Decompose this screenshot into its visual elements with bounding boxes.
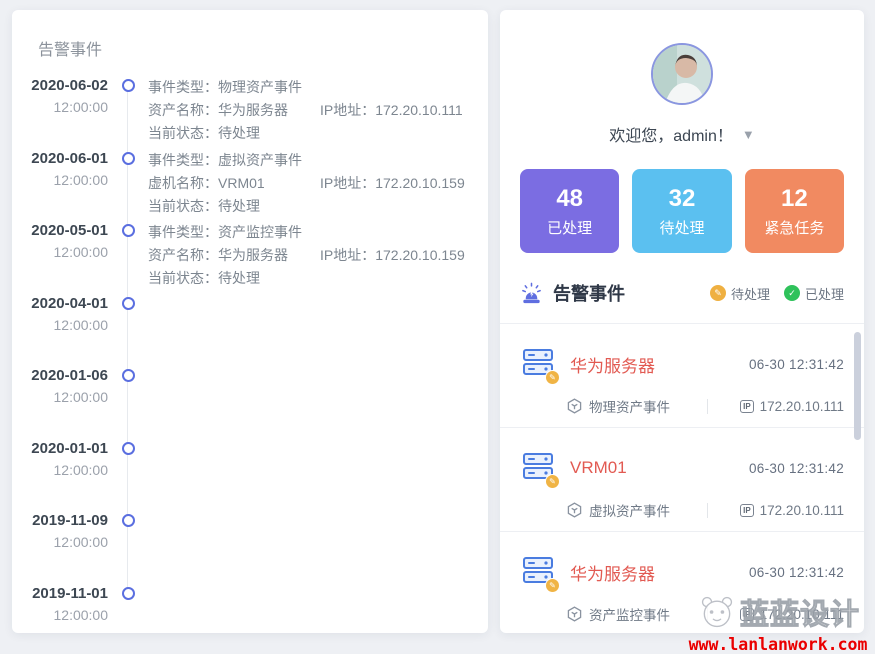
asset-category-icon <box>567 502 582 518</box>
welcome-text: 欢迎您，admin！ <box>609 122 733 146</box>
chevron-down-icon[interactable]: ▼ <box>742 127 755 142</box>
asset-category-icon <box>567 398 582 414</box>
stat-label: 紧急任务 <box>745 217 844 238</box>
stat-value: 48 <box>520 185 619 213</box>
stat-label: 待处理 <box>632 217 731 238</box>
asset-category-icon <box>567 606 582 622</box>
pending-badge-icon: ✎ <box>545 578 560 593</box>
timeline-entry[interactable]: 2020-01-01 12:00:00 <box>12 439 488 512</box>
server-icon: ✎ <box>520 553 558 591</box>
status-legend: ✎ 待处理 ✓ 已处理 <box>710 284 844 303</box>
timeline-node-icon <box>122 79 135 92</box>
alarm-asset-name[interactable]: VRM01 <box>570 458 749 478</box>
alarm-timeline: 2020-06-02 12:00:00 事件类型：物理资产事件 资产名称：华为服… <box>12 76 488 633</box>
legend-pending[interactable]: ✎ 待处理 <box>710 284 770 303</box>
timeline-entry[interactable]: 2020-05-01 12:00:00 事件类型：资产监控事件 资产名称：华为服… <box>12 221 488 294</box>
watermark-logo-icon <box>696 593 738 631</box>
ip-icon: IP <box>740 504 754 517</box>
alarm-list-item[interactable]: ✎ VRM01 06-30 12:31:42 虚拟资产事件 <box>500 428 864 532</box>
timeline-date: 2020-01-06 12:00:00 <box>25 366 108 408</box>
timeline-node-icon <box>122 587 135 600</box>
alarm-ip: IP 172.20.10.111 <box>740 399 844 414</box>
pending-status-icon: ✎ <box>710 285 726 301</box>
alarm-section-title: 告警事件 <box>553 280 625 306</box>
timeline-entry[interactable]: 2020-01-06 12:00:00 <box>12 366 488 439</box>
alarm-timeline-panel: 告警事件 2020-06-02 12:00:00 事件类型：物理资产事件 资产名… <box>12 10 488 633</box>
alarm-asset-name[interactable]: 华为服务器 <box>570 352 749 377</box>
stat-value: 32 <box>632 185 731 213</box>
timeline-date: 2020-06-02 12:00:00 <box>25 76 108 118</box>
alarm-asset-name[interactable]: 华为服务器 <box>570 560 749 585</box>
timeline-panel-title: 告警事件 <box>12 10 488 60</box>
timeline-entry[interactable]: 2019-11-09 12:00:00 <box>12 511 488 584</box>
alarm-type: 虚拟资产事件 <box>567 500 699 520</box>
alarm-list-item[interactable]: ✎ 华为服务器 06-30 12:31:42 物理资产事件 <box>500 324 864 428</box>
divider <box>707 503 708 518</box>
alarm-type: 资产监控事件 <box>567 604 699 624</box>
stat-value: 12 <box>745 185 844 213</box>
watermark: 蓝蓝设计 www.lanlanwork.com <box>683 591 873 654</box>
stat-cards: 48 已处理 32 待处理 12 紧急任务 <box>520 169 844 253</box>
timeline-date: 2020-04-01 12:00:00 <box>25 294 108 336</box>
timeline-node-icon <box>122 152 135 165</box>
alarm-type: 物理资产事件 <box>567 396 699 416</box>
timeline-date: 2019-11-01 12:00:00 <box>25 584 108 626</box>
timeline-date: 2019-11-09 12:00:00 <box>25 511 108 553</box>
timeline-node-icon <box>122 514 135 527</box>
timeline-date: 2020-05-01 12:00:00 <box>25 221 108 263</box>
watermark-url[interactable]: www.lanlanwork.com <box>683 635 873 654</box>
legend-pending-label: 待处理 <box>731 284 770 303</box>
watermark-brand: 蓝蓝设计 <box>740 591 860 633</box>
user-avatar[interactable] <box>651 43 713 105</box>
timeline-entry[interactable]: 2020-06-01 12:00:00 事件类型：虚拟资产事件 虚机名称：VRM… <box>12 149 488 222</box>
server-icon: ✎ <box>520 345 558 383</box>
timeline-entry[interactable]: 2019-11-01 12:00:00 <box>12 584 488 634</box>
alarm-datetime: 06-30 12:31:42 <box>749 461 844 476</box>
scrollbar-thumb[interactable] <box>854 332 861 440</box>
user-summary-panel: 欢迎您，admin！ ▼ 48 已处理 32 待处理 12 紧急任务 <box>500 10 864 633</box>
timeline-event-details: 事件类型：物理资产事件 资产名称：华为服务器IP地址：172.20.10.111… <box>148 76 488 145</box>
stat-card-pending[interactable]: 32 待处理 <box>632 169 731 253</box>
divider <box>707 399 708 414</box>
legend-done[interactable]: ✓ 已处理 <box>784 284 844 303</box>
timeline-node-icon <box>122 224 135 237</box>
timeline-entry[interactable]: 2020-06-02 12:00:00 事件类型：物理资产事件 资产名称：华为服… <box>12 76 488 149</box>
alarm-ip: IP 172.20.10.111 <box>740 503 844 518</box>
pending-badge-icon: ✎ <box>545 474 560 489</box>
timeline-date: 2020-01-01 12:00:00 <box>25 439 108 481</box>
stat-card-processed[interactable]: 48 已处理 <box>520 169 619 253</box>
timeline-event-details: 事件类型：虚拟资产事件 虚机名称：VRM01IP地址：172.20.10.159… <box>148 149 488 218</box>
alarm-datetime: 06-30 12:31:42 <box>749 357 844 372</box>
timeline-date: 2020-06-01 12:00:00 <box>25 149 108 191</box>
legend-done-label: 已处理 <box>805 284 844 303</box>
done-status-icon: ✓ <box>784 285 800 301</box>
alarm-list: ✎ 华为服务器 06-30 12:31:42 物理资产事件 <box>500 324 864 633</box>
avatar-photo-placeholder <box>653 45 711 103</box>
timeline-entry[interactable]: 2020-04-01 12:00:00 <box>12 294 488 367</box>
timeline-node-icon <box>122 369 135 382</box>
siren-icon <box>520 282 543 305</box>
pending-badge-icon: ✎ <box>545 370 560 385</box>
stat-card-urgent[interactable]: 12 紧急任务 <box>745 169 844 253</box>
timeline-event-details: 事件类型：资产监控事件 资产名称：华为服务器IP地址：172.20.10.159… <box>148 221 488 290</box>
profile-block: 欢迎您，admin！ ▼ <box>500 10 864 146</box>
alarm-section-header: 告警事件 ✎ 待处理 ✓ 已处理 <box>520 280 844 306</box>
ip-icon: IP <box>740 400 754 413</box>
timeline-node-icon <box>122 297 135 310</box>
alarm-datetime: 06-30 12:31:42 <box>749 565 844 580</box>
stat-label: 已处理 <box>520 217 619 238</box>
server-icon: ✎ <box>520 449 558 487</box>
timeline-node-icon <box>122 442 135 455</box>
